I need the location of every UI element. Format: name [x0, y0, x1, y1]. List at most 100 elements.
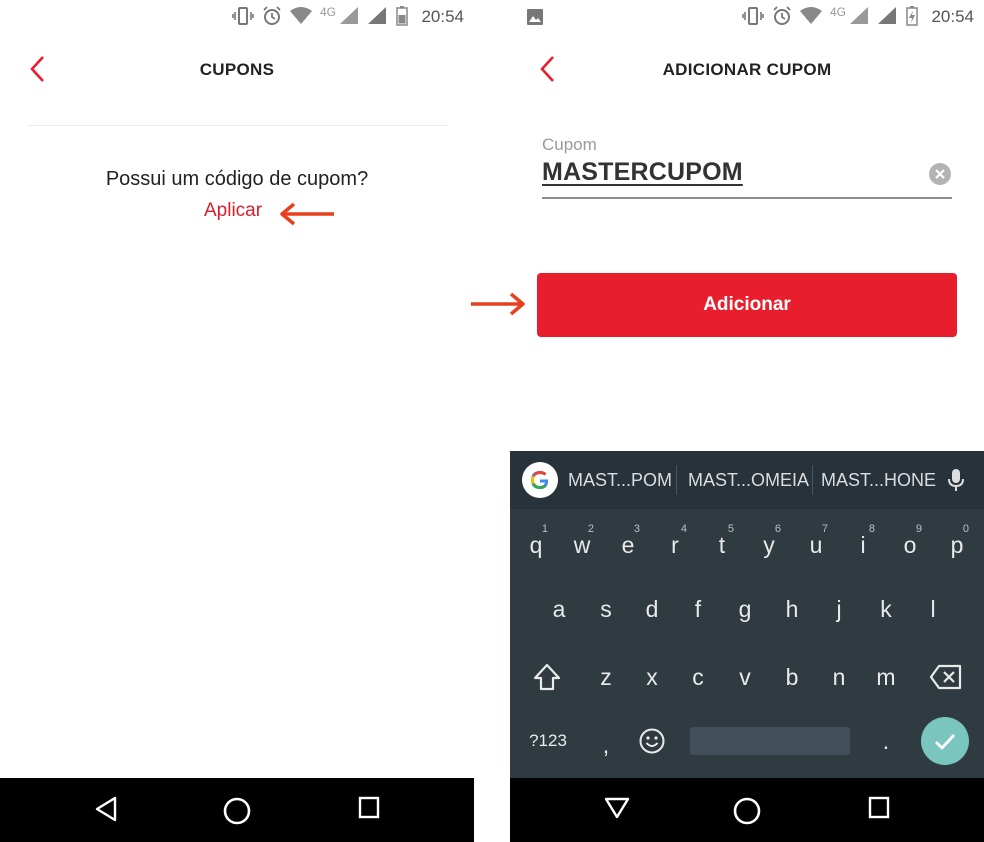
key-q[interactable]: q1 [514, 517, 558, 573]
checkmark-icon [935, 734, 956, 750]
backspace-key[interactable] [924, 649, 968, 705]
key-k[interactable]: k [864, 581, 908, 637]
key-label: o [903, 532, 917, 558]
key-d[interactable]: d [630, 581, 674, 637]
comma-key[interactable]: , [584, 717, 628, 773]
nav-home-icon[interactable] [732, 796, 762, 831]
coupon-input[interactable]: MASTERCUPOM [542, 158, 743, 187]
status-bar: 4G 20:54 [0, 0, 474, 34]
vibrate-icon [742, 7, 764, 25]
key-o[interactable]: o9 [888, 517, 932, 573]
key-hint: 1 [541, 523, 548, 535]
key-hint: 5 [727, 523, 734, 535]
coupons-screen: 4G 20:54 CUPONS Possui um código de cupo… [0, 0, 474, 842]
key-label: u [809, 532, 823, 558]
key-label: y [763, 532, 775, 558]
coupon-input-underline [542, 197, 952, 199]
emoji-smiley-icon [639, 728, 665, 754]
key-e[interactable]: e3 [606, 517, 650, 573]
signal-icon [850, 7, 870, 25]
wifi-icon [289, 7, 312, 25]
key-label: w [573, 532, 591, 558]
key-s[interactable]: s [584, 581, 628, 637]
status-time: 20:54 [931, 7, 974, 26]
key-t[interactable]: t5 [700, 517, 744, 573]
key-p[interactable]: p0 [935, 517, 979, 573]
key-label: p [950, 532, 964, 558]
key-g[interactable]: g [723, 581, 767, 637]
nav-back-icon[interactable] [94, 796, 118, 827]
key-w[interactable]: w2 [560, 517, 604, 573]
key-v[interactable]: v [723, 649, 767, 705]
app-bar: ADICIONAR CUPOM [510, 40, 984, 96]
key-f[interactable]: f [676, 581, 720, 637]
key-b[interactable]: b [770, 649, 814, 705]
key-j[interactable]: j [817, 581, 861, 637]
apply-coupon-link[interactable]: Aplicar [204, 200, 262, 222]
shift-key[interactable] [525, 649, 569, 705]
key-hint: 4 [680, 523, 687, 535]
key-hint: 6 [774, 523, 781, 535]
suggestion-divider [812, 465, 813, 495]
key-l[interactable]: l [911, 581, 955, 637]
key-i[interactable]: i8 [841, 517, 885, 573]
alarm-icon [772, 6, 792, 26]
symbols-key[interactable]: ?123 [520, 713, 576, 769]
signal-icon-2 [878, 7, 898, 25]
add-coupon-screen: 4G 20:54 ADICIONAR CUPOM Cupom MASTERCUP… [510, 0, 984, 842]
google-logo-icon[interactable] [522, 462, 558, 498]
wifi-icon [799, 7, 822, 25]
key-label: i [860, 532, 866, 558]
key-hint: 0 [962, 523, 969, 535]
annotation-arrow-right-icon [469, 292, 529, 321]
clear-input-button[interactable] [929, 163, 951, 185]
network-type: 4G [829, 5, 846, 19]
suggestion-1[interactable]: MAST...POM [568, 470, 672, 491]
page-title: CUPONS [199, 60, 275, 79]
key-hint: 8 [868, 523, 875, 535]
navigation-bar [0, 778, 474, 842]
key-hint: 9 [915, 523, 922, 535]
status-time: 20:54 [421, 7, 464, 26]
microphone-icon[interactable] [948, 468, 964, 497]
annotation-arrow-left-icon [278, 202, 338, 231]
enter-key[interactable] [921, 717, 969, 765]
suggestion-divider [676, 465, 677, 495]
key-hint: 2 [587, 523, 594, 535]
signal-icon-2 [368, 7, 388, 25]
nav-recents-icon[interactable] [358, 796, 380, 825]
nav-hide-keyboard-icon[interactable] [604, 796, 630, 825]
key-z[interactable]: z [584, 649, 628, 705]
key-u[interactable]: u7 [794, 517, 838, 573]
key-c[interactable]: c [676, 649, 720, 705]
key-n[interactable]: n [817, 649, 861, 705]
divider [28, 125, 448, 126]
key-label: q [529, 532, 543, 558]
vibrate-icon [232, 7, 254, 25]
suggestion-2[interactable]: MAST...OMEIA [688, 470, 809, 491]
battery-icon [396, 6, 408, 26]
key-y[interactable]: y6 [747, 517, 791, 573]
key-label: r [671, 532, 679, 558]
key-hint: 3 [633, 523, 640, 535]
key-a[interactable]: a [537, 581, 581, 637]
suggestion-3[interactable]: MAST...HONE [821, 470, 936, 491]
suggestion-bar: MAST...POM MAST...OMEIA MAST...HONE [510, 451, 984, 509]
page-title: ADICIONAR CUPOM [662, 60, 832, 79]
nav-home-icon[interactable] [222, 796, 252, 831]
battery-charging-icon [906, 6, 918, 26]
alarm-icon [262, 6, 282, 26]
add-coupon-button[interactable]: Adicionar [537, 273, 957, 337]
period-key[interactable]: . [864, 713, 908, 769]
emoji-key[interactable] [630, 713, 674, 769]
space-key[interactable] [690, 727, 850, 755]
status-bar: 4G 20:54 [510, 0, 984, 34]
key-h[interactable]: h [770, 581, 814, 637]
coupon-field-label: Cupom [542, 135, 597, 154]
nav-recents-icon[interactable] [868, 796, 890, 825]
app-bar: CUPONS [0, 40, 474, 96]
key-m[interactable]: m [864, 649, 908, 705]
status-icons: 4G [232, 5, 408, 26]
key-x[interactable]: x [630, 649, 674, 705]
key-r[interactable]: r4 [653, 517, 697, 573]
